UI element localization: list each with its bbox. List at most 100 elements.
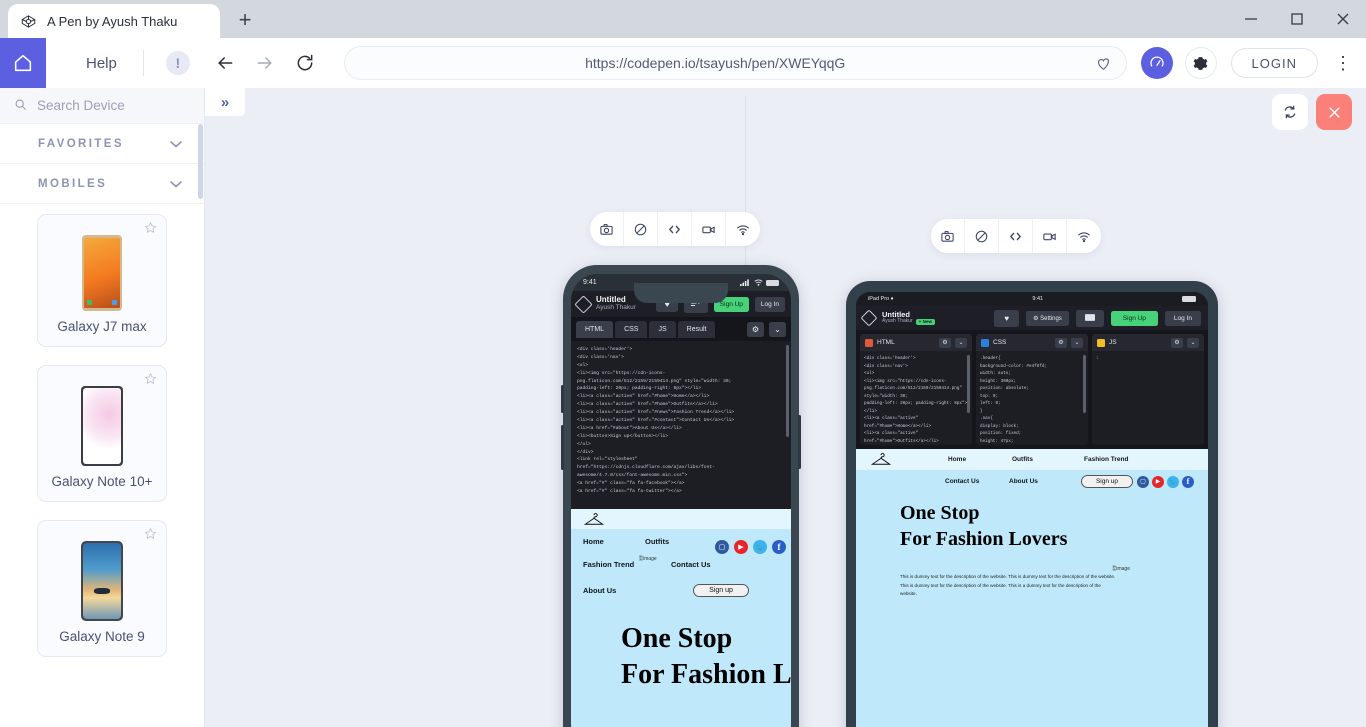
code-line: } [980, 408, 1084, 416]
code-line: <li><a class="active" href="#home">Outfi… [864, 430, 968, 445]
tab-result[interactable]: Result [678, 321, 716, 338]
minimize-button[interactable] [1228, 0, 1274, 38]
rendered-site-preview-ipad[interactable]: Home Outfits Fashion Trend Contact Us Ab… [856, 449, 1208, 727]
favorite-star-icon[interactable] [144, 527, 157, 545]
panel-label: JS [1109, 339, 1167, 346]
device-thumbnail [82, 235, 122, 311]
panel-settings-icon[interactable]: ⚙ [939, 338, 951, 348]
list-item[interactable]: Galaxy Note 10+ [37, 365, 167, 502]
nav-link-about-us[interactable]: About Us [583, 586, 693, 595]
camera-icon[interactable] [590, 212, 624, 246]
instagram-icon[interactable]: ▢ [1137, 476, 1149, 488]
chevron-down-icon[interactable]: ⌄ [1187, 338, 1199, 348]
settings-button[interactable]: ⚙ Settings [1026, 311, 1069, 326]
browser-menu-button[interactable]: ⋮ [1326, 46, 1360, 80]
pen-author: Ayush Thakur [596, 305, 650, 312]
chevron-down-icon[interactable]: ⌄ [1071, 338, 1083, 348]
signup-button[interactable]: Sign Up [1111, 311, 1158, 326]
sidebar-section-favorites[interactable]: FAVORITES [0, 124, 204, 164]
help-link[interactable]: Help [46, 55, 143, 72]
editor-panel-html[interactable]: HTML ⚙ ⌄ <div class='header'> <div class… [860, 334, 972, 445]
camera-icon[interactable] [931, 219, 965, 253]
instagram-icon[interactable]: ▢ [715, 540, 729, 554]
status-time: 9:41 [1032, 296, 1043, 302]
nav-link-home[interactable]: Home [948, 456, 1012, 463]
panel-settings-icon[interactable]: ⚙ [1171, 338, 1183, 348]
mobiles-label: MOBILES [38, 178, 107, 190]
code-scrollbar[interactable] [1083, 355, 1086, 413]
code-line: left: 0; [980, 400, 1084, 408]
site-signup-button[interactable]: Sign up [693, 584, 749, 597]
new-badge[interactable]: + New [916, 319, 935, 326]
twitter-icon[interactable]: 🐦 [1167, 476, 1179, 488]
no-scroll-icon[interactable] [965, 219, 999, 253]
nav-link-outfits[interactable]: Outfits [645, 537, 669, 546]
speed-test-button[interactable] [1141, 47, 1173, 79]
home-button[interactable] [0, 38, 46, 88]
nav-link-fashion-trend[interactable]: Fashion Trend [1084, 456, 1194, 463]
maximize-button[interactable] [1274, 0, 1320, 38]
code-icon[interactable] [999, 219, 1033, 253]
nav-link-home[interactable]: Home [583, 537, 645, 546]
tab-css[interactable]: CSS [615, 321, 647, 338]
code-icon[interactable] [658, 212, 692, 246]
video-icon[interactable] [1033, 219, 1067, 253]
nav-link-outfits[interactable]: Outfits [1012, 456, 1084, 463]
js-code-editor-ipad[interactable]: 1 [1092, 351, 1204, 445]
facebook-icon[interactable]: f [1182, 476, 1194, 488]
code-line: top: 0; [980, 393, 1084, 401]
nav-link-contact-us[interactable]: Contact Us [945, 478, 1009, 485]
tab-js[interactable]: JS [649, 321, 675, 338]
forward-button[interactable] [248, 46, 282, 80]
video-icon[interactable] [692, 212, 726, 246]
login-button[interactable]: LOGIN [1231, 48, 1318, 78]
close-button[interactable] [1320, 0, 1366, 38]
code-scrollbar[interactable] [967, 355, 970, 413]
code-line: <ul> [864, 370, 968, 378]
device-screen-ipad[interactable]: iPad Pro ♦ 9:41 Untitled Ayush Thakur + … [856, 292, 1208, 727]
device-frame-ipad: iPad Pro ♦ 9:41 Untitled Ayush Thakur + … [846, 281, 1218, 727]
new-tab-button[interactable]: + [230, 5, 260, 35]
youtube-icon[interactable]: ▶ [1152, 476, 1164, 488]
device-toolbar-iphone [590, 212, 760, 246]
layout-button[interactable] [1076, 310, 1104, 327]
login-button[interactable]: Log In [1165, 311, 1201, 326]
chevron-down-icon[interactable]: ⌄ [955, 338, 967, 348]
favorite-star-icon[interactable] [144, 372, 157, 390]
settings-gear-icon[interactable] [1185, 47, 1217, 79]
bookmark-heart-icon[interactable] [1092, 51, 1116, 75]
list-item[interactable]: Galaxy J7 max [37, 214, 167, 347]
preview-pane-ipad: iPad Pro ♦ 9:41 Untitled Ayush Thakur + … [746, 88, 1366, 727]
chevron-down-icon[interactable] [170, 175, 182, 193]
site-signup-button[interactable]: Sign up [1081, 475, 1133, 488]
panel-settings-icon[interactable]: ⚙ [1055, 338, 1067, 348]
editor-panel-js[interactable]: JS ⚙ ⌄ 1 [1092, 334, 1204, 445]
wifi-icon[interactable] [1067, 219, 1101, 253]
info-icon[interactable]: ! [166, 51, 190, 75]
css-code-editor-ipad[interactable]: .header{ background-color: #e4f6fd; widt… [976, 351, 1088, 445]
chevron-down-icon[interactable] [170, 135, 182, 153]
nav-link-contact-us[interactable]: Contact Us [671, 560, 711, 569]
code-line: <li><img src="https://cdn-icons- [864, 378, 968, 386]
back-button[interactable] [208, 46, 242, 80]
code-line: height: 47px; [980, 438, 1084, 445]
reload-button[interactable] [288, 46, 322, 80]
like-button[interactable]: ♥ [994, 310, 1019, 327]
status-device-name: iPad Pro ♦ [868, 296, 893, 302]
search-device-input[interactable]: Search Device [0, 88, 204, 124]
favorite-star-icon[interactable] [144, 221, 157, 239]
sidebar-scrollbar[interactable] [198, 124, 203, 199]
tab-html[interactable]: HTML [576, 321, 613, 338]
nav-link-about-us[interactable]: About Us [1009, 478, 1081, 485]
address-bar[interactable]: https://codepen.io/tsayush/pen/XWEYqqG [344, 46, 1127, 80]
browser-tab[interactable]: A Pen by Ayush Thaku [8, 4, 220, 38]
search-icon [14, 98, 27, 114]
editor-panel-css[interactable]: CSS ⚙ ⌄ .header{ background-color: #e4f6… [976, 334, 1088, 445]
html-code-editor-ipad[interactable]: <div class='header'> <div class='nav'> <… [860, 351, 972, 445]
search-placeholder: Search Device [37, 98, 125, 113]
no-scroll-icon[interactable] [624, 212, 658, 246]
main-content: Search Device FAVORITES MOBILES [0, 88, 1366, 727]
sidebar-section-mobiles[interactable]: MOBILES [0, 164, 204, 204]
list-item[interactable]: Galaxy Note 9 [37, 520, 167, 657]
code-line: <div class='nav'> [864, 363, 968, 371]
